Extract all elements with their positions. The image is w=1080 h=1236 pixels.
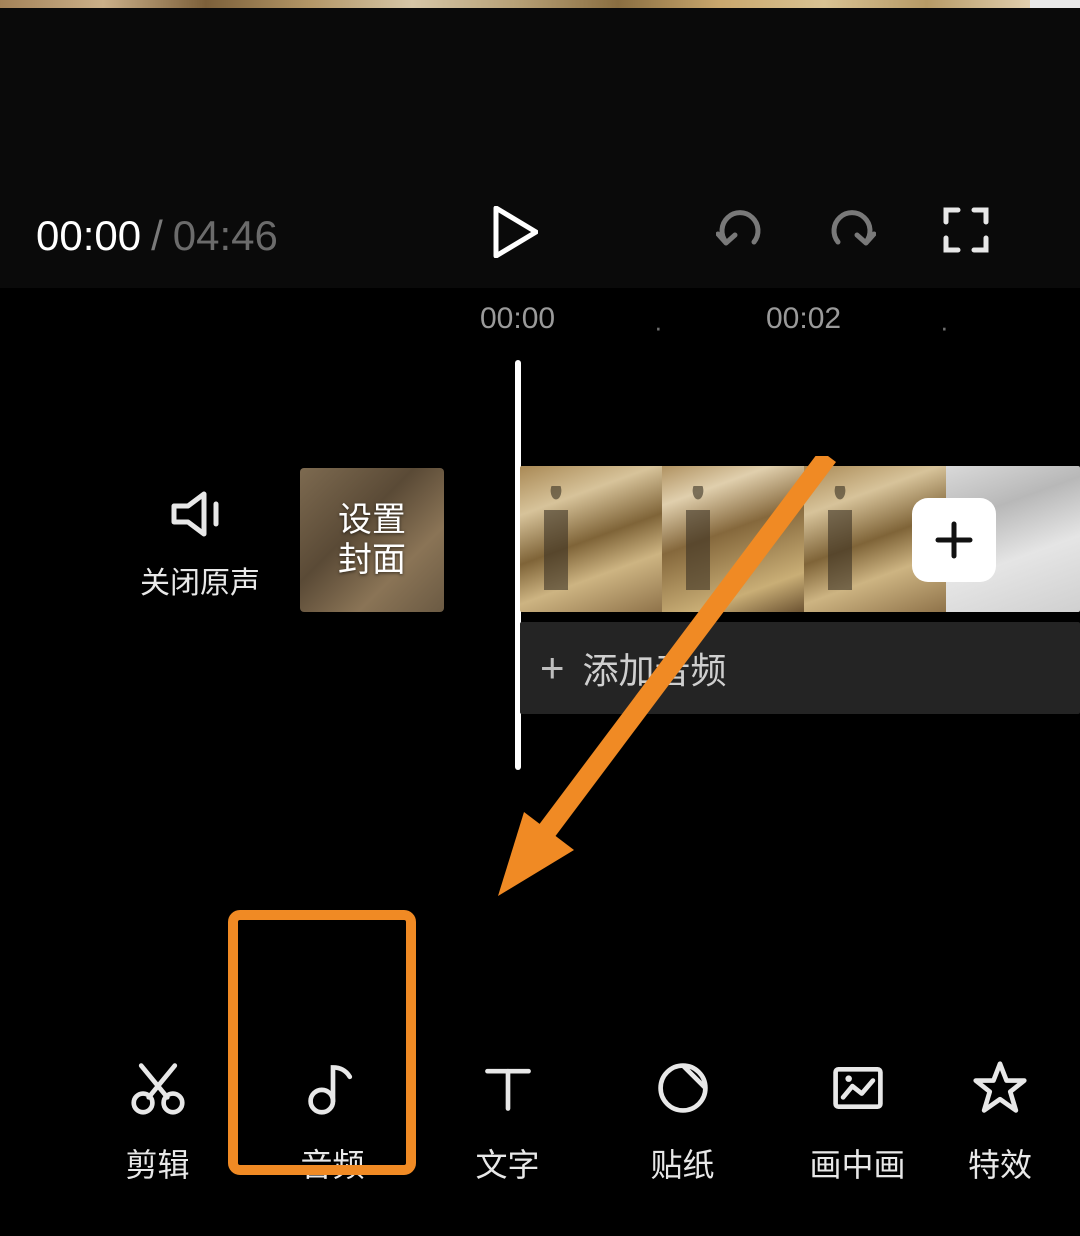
star-icon xyxy=(970,1058,1030,1118)
ruler-dot: · xyxy=(940,312,949,343)
text-icon xyxy=(478,1058,538,1118)
preview-top-band-edge xyxy=(1030,0,1080,8)
tool-effect[interactable]: 特效 xyxy=(945,1036,1055,1186)
clip-thumbnail xyxy=(520,466,662,612)
tool-edit[interactable]: 剪辑 xyxy=(70,1036,245,1186)
timeline-ruler[interactable]: 00:00 · 00:02 · xyxy=(0,300,1080,340)
undo-button[interactable] xyxy=(716,206,764,254)
video-clip-track[interactable] xyxy=(520,466,1080,612)
tool-edit-label: 剪辑 xyxy=(125,1140,189,1186)
set-cover-button[interactable]: 设置 封面 xyxy=(300,468,444,612)
add-clip-button[interactable] xyxy=(912,498,996,582)
tool-effect-label: 特效 xyxy=(968,1140,1032,1186)
tool-sticker-label: 贴纸 xyxy=(650,1140,714,1186)
fullscreen-icon xyxy=(942,206,990,254)
ruler-tick-0: 00:00 xyxy=(480,302,555,336)
mute-original-button[interactable]: 关闭原声 xyxy=(140,490,260,602)
set-cover-label: 设置 封面 xyxy=(338,500,406,580)
undo-icon xyxy=(716,206,764,254)
fullscreen-button[interactable] xyxy=(942,206,990,254)
scissors-icon xyxy=(128,1058,188,1118)
add-audio-track-button[interactable]: + 添加音频 xyxy=(520,622,1080,714)
redo-icon xyxy=(828,206,876,254)
sticker-icon xyxy=(653,1058,713,1118)
tool-audio[interactable]: 音频 xyxy=(245,1036,420,1186)
tool-text-label: 文字 xyxy=(475,1140,539,1186)
music-note-icon xyxy=(303,1058,363,1118)
total-time: 04:46 xyxy=(173,212,278,260)
ruler-dot: · xyxy=(654,312,663,343)
preview-top-band xyxy=(0,0,1030,8)
player-controls: 00:00 / 04:46 xyxy=(0,200,1080,270)
tool-pip-label: 画中画 xyxy=(809,1140,905,1186)
speaker-icon xyxy=(170,490,230,538)
tool-audio-label: 音频 xyxy=(300,1140,364,1186)
tool-pip[interactable]: 画中画 xyxy=(770,1036,945,1186)
play-button[interactable] xyxy=(492,206,538,258)
plus-icon: + xyxy=(540,644,565,692)
picture-in-picture-icon xyxy=(828,1058,888,1118)
plus-icon xyxy=(934,520,974,560)
add-audio-label: 添加音频 xyxy=(583,642,727,694)
clip-thumbnail xyxy=(662,466,804,612)
play-icon xyxy=(492,206,538,258)
time-display: 00:00 / 04:46 xyxy=(36,212,278,260)
mute-original-label: 关闭原声 xyxy=(140,558,260,602)
bottom-toolbar: 剪辑 音频 文字 贴纸 xyxy=(0,1036,1080,1186)
current-time: 00:00 xyxy=(36,212,141,260)
tool-sticker[interactable]: 贴纸 xyxy=(595,1036,770,1186)
tool-text[interactable]: 文字 xyxy=(420,1036,595,1186)
ruler-tick-1: 00:02 xyxy=(766,302,841,336)
time-separator: / xyxy=(151,212,163,260)
redo-button[interactable] xyxy=(828,206,876,254)
